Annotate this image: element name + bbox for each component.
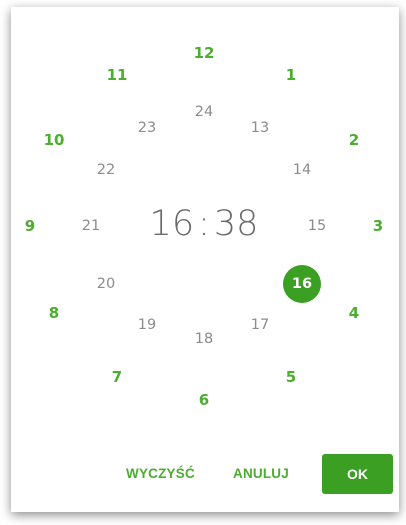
hour-16[interactable]: 16 (282, 272, 322, 296)
hour-18[interactable]: 18 (184, 327, 224, 351)
hour-10[interactable]: 10 (34, 128, 74, 152)
hour-13[interactable]: 13 (240, 116, 280, 140)
hour-3[interactable]: 3 (358, 214, 398, 238)
hour-22[interactable]: 22 (86, 158, 126, 182)
clear-button[interactable]: WYCZYŚĆ (126, 462, 195, 486)
hour-7[interactable]: 7 (97, 365, 137, 389)
ok-button[interactable]: OK (322, 454, 393, 494)
hour-17[interactable]: 17 (240, 313, 280, 337)
hour-11[interactable]: 11 (97, 63, 137, 87)
time-minutes[interactable]: 38 (214, 200, 259, 248)
hour-4[interactable]: 4 (334, 301, 374, 325)
hour-1[interactable]: 1 (271, 63, 311, 87)
hour-9[interactable]: 9 (10, 214, 50, 238)
clock-face: 12 1 2 3 4 5 6 7 8 9 10 11 24 13 14 15 1… (0, 0, 406, 430)
time-display: 16:38 (104, 200, 304, 248)
hour-6[interactable]: 6 (184, 388, 224, 412)
time-hours[interactable]: 16 (150, 200, 195, 248)
cancel-button[interactable]: ANULUJ (233, 462, 289, 486)
hour-5[interactable]: 5 (271, 365, 311, 389)
hour-24[interactable]: 24 (184, 100, 224, 124)
hour-8[interactable]: 8 (34, 301, 74, 325)
hour-20[interactable]: 20 (86, 272, 126, 296)
hour-14[interactable]: 14 (282, 158, 322, 182)
hour-12[interactable]: 12 (184, 41, 224, 65)
hour-2[interactable]: 2 (334, 128, 374, 152)
time-separator: : (198, 204, 210, 244)
hour-19[interactable]: 19 (127, 313, 167, 337)
hour-23[interactable]: 23 (127, 116, 167, 140)
